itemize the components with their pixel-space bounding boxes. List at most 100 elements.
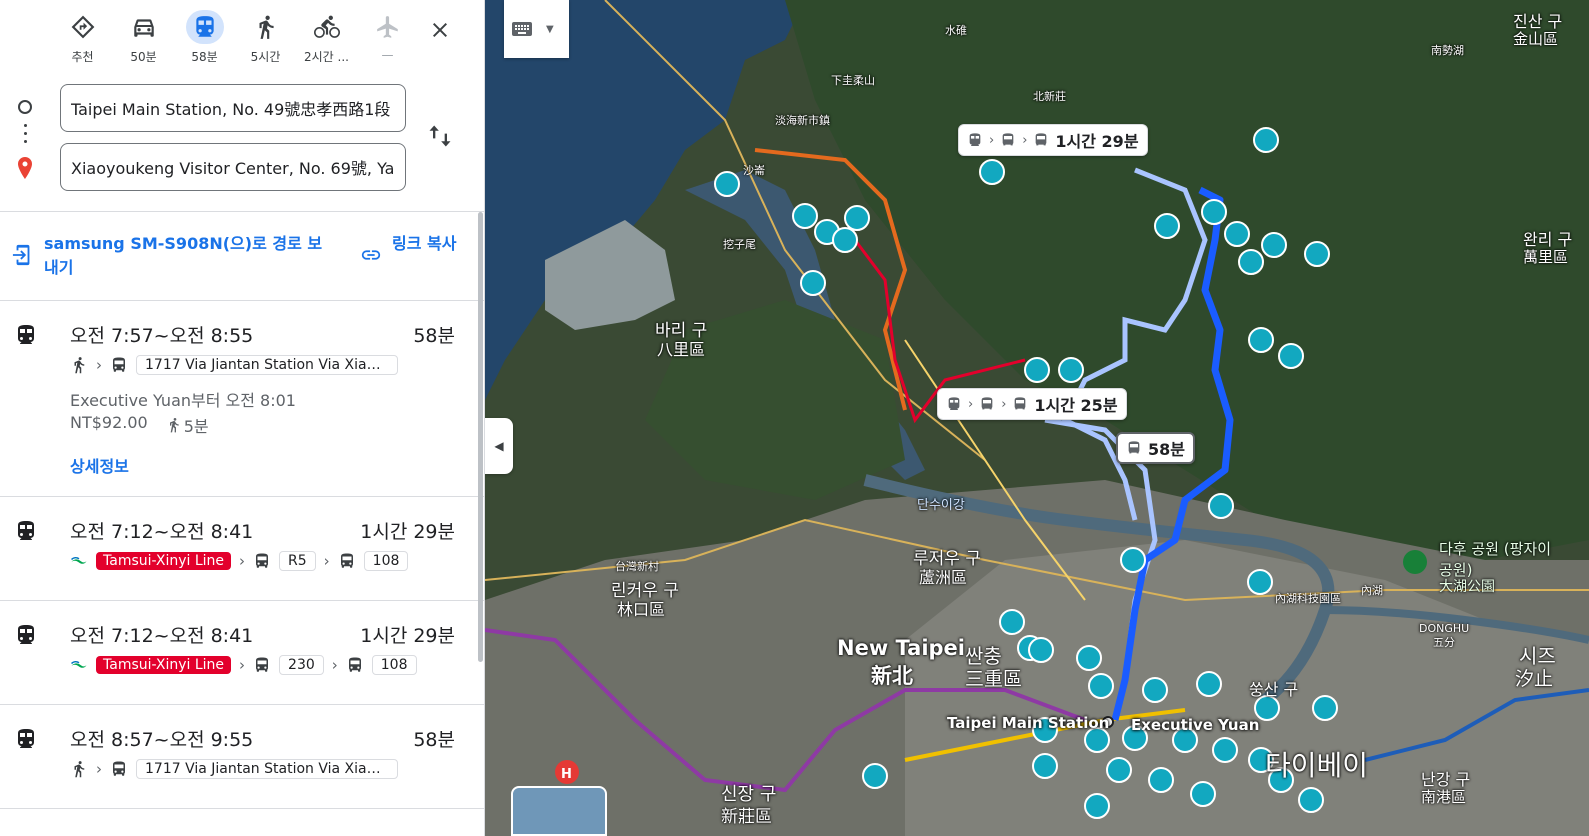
place-label: 內湖 (1361, 584, 1383, 597)
chevron-right-icon: › (96, 760, 102, 778)
place-label: 淡海新市鎮 (775, 114, 830, 127)
transit-icon (948, 397, 960, 410)
route-steps: Tamsui-Xinyi Line › 230 › 108 (70, 655, 417, 675)
metro-line-badge: Tamsui-Xinyi Line (96, 656, 232, 674)
route-option-4[interactable]: 오전 8:57~오전 9:55 58분 › 1717 Via Jiantan S… (0, 705, 484, 808)
car-icon (125, 10, 163, 44)
bus-route-chip: 1717 Via Jiantan Station Via Xiaoy... (136, 759, 398, 779)
send-to-device-label: samsung SM-S908N(으)로 경로 보내기 (44, 234, 323, 277)
transit-icon (185, 10, 224, 44)
park-marker-icon (1403, 550, 1427, 574)
place-label: 金山區 (1513, 30, 1559, 48)
route-option-3[interactable]: 오전 7:12~오전 8:41 1시간 29분 Tamsui-Xinyi Lin… (0, 601, 484, 704)
mode-flight[interactable]: — (357, 10, 418, 68)
bike-icon (308, 10, 346, 44)
layers-thumbnail-button[interactable] (511, 786, 607, 836)
destination-input[interactable] (60, 143, 406, 191)
transit-icon (14, 727, 38, 751)
place-label: 挖子尾 (723, 238, 756, 251)
place-label: 水碓 (945, 24, 967, 37)
place-label: 北新莊 (1033, 90, 1066, 103)
place-label: 蘆洲區 (919, 568, 968, 587)
keyboard-icon (512, 22, 532, 36)
dropdown-arrow-icon: ▼ (546, 23, 554, 35)
mode-label: 추천 (71, 50, 94, 64)
flight-icon (369, 10, 407, 44)
place-label: 汐止 (1515, 668, 1554, 690)
route-callout-1[interactable]: › › 1시간 29분 (958, 124, 1148, 156)
place-label: 內湖科技園區 (1275, 592, 1341, 605)
route-time: 오전 7:57~오전 8:55 (70, 325, 254, 347)
bus-icon (256, 657, 269, 672)
bus-route-chip: 230 (279, 655, 324, 675)
route-duration: 1시간 29분 (360, 625, 455, 647)
metro-line-badge: Tamsui-Xinyi Line (96, 552, 232, 570)
place-label: 下圭柔山 (831, 74, 875, 87)
bus-icon (256, 553, 269, 568)
copy-link-label: 링크 복사 (392, 234, 457, 253)
transit-icon (14, 323, 38, 347)
route-option-2[interactable]: 오전 7:12~오전 8:41 1시간 29분 Tamsui-Xinyi Lin… (0, 497, 484, 600)
chevron-right-icon: › (989, 132, 995, 148)
link-icon (361, 250, 381, 260)
walk-duration: 5분 (183, 417, 209, 436)
mode-walk[interactable]: 5시간 (235, 10, 296, 68)
route-duration: 58분 (413, 325, 455, 347)
bus-icon (1128, 441, 1140, 454)
close-icon (433, 23, 447, 37)
place-label: 台灣新村 (615, 560, 659, 573)
mode-recommended[interactable]: 추천 (52, 10, 113, 68)
bus-route-chip: 1717 Via Jiantan Station Via Xiaoy... (136, 355, 398, 375)
chevron-right-icon: › (968, 396, 974, 412)
walk-icon (247, 10, 285, 44)
route-callout-2[interactable]: › › 1시간 25분 (937, 388, 1127, 420)
place-label: 五分 (1433, 636, 1455, 649)
place-label: 沙崙 (743, 164, 765, 177)
walk-icon (74, 761, 85, 778)
close-button[interactable] (424, 14, 456, 46)
callout-duration: 1시간 25분 (1034, 396, 1118, 415)
route-option-1[interactable]: 오전 7:57~오전 8:55 58분 › 1717 Via Jiantan S… (0, 301, 484, 496)
mode-label: — (381, 48, 394, 62)
swap-icon[interactable] (426, 122, 454, 150)
river-label: 단수이강 (917, 498, 965, 513)
place-label: 新莊區 (721, 807, 772, 827)
keyboard-shortcut-button[interactable]: ▼ (504, 0, 569, 58)
mode-label: 5시간 (250, 50, 281, 64)
directions-panel: 추천 50분 58분 5시간 2시간 ... — Taipei Main Sta… (0, 0, 485, 836)
collapse-panel-button[interactable]: ◀ (485, 418, 513, 474)
place-label: 新北 (871, 664, 913, 688)
directions-icon (64, 10, 102, 44)
mode-label: 50분 (130, 50, 157, 64)
bus-icon (1002, 133, 1014, 146)
callout-duration: 58분 (1148, 440, 1185, 459)
mode-transit[interactable]: 58분 (174, 10, 235, 68)
chevron-right-icon: › (96, 356, 102, 374)
mode-bike[interactable]: 2시간 ... (296, 10, 357, 68)
origin-input[interactable] (60, 84, 406, 132)
send-to-device-button[interactable]: samsung SM-S908N(으)로 경로 보내기 (12, 232, 332, 280)
chevron-right-icon: › (239, 656, 246, 674)
panel-scrollbar[interactable] (478, 212, 483, 662)
bus-route-chip: R5 (279, 551, 316, 571)
place-label: 南港區 (1421, 788, 1467, 806)
bus-icon (113, 761, 125, 776)
divider (0, 211, 484, 212)
route-callout-selected[interactable]: 58분 (1116, 432, 1195, 464)
map-canvas[interactable]: H ▼ ◀ › › 1시간 29분 › › 1시간 25분 58분 New Ta… (485, 0, 1589, 836)
details-link[interactable]: 상세정보 (70, 453, 129, 477)
place-label: 다후 공원 (팡자이 공원) (1439, 540, 1551, 579)
taipei-metro-logo-icon (70, 556, 87, 564)
fare-row: NT$92.00 5분 (70, 413, 209, 437)
chevron-right-icon: › (331, 656, 338, 674)
transit-icon (14, 519, 38, 543)
bus-route-chip: 108 (371, 655, 417, 675)
mode-label: 58분 (191, 50, 218, 64)
copy-link-button[interactable]: 링크 복사 (360, 232, 460, 266)
route-time: 오전 7:12~오전 8:41 (70, 625, 254, 647)
place-label: 八里區 (657, 340, 706, 359)
route-duration: 58분 (413, 729, 455, 751)
taipei-metro-logo-icon (70, 660, 87, 668)
destination-pin-icon (18, 157, 32, 179)
mode-drive[interactable]: 50분 (113, 10, 174, 68)
